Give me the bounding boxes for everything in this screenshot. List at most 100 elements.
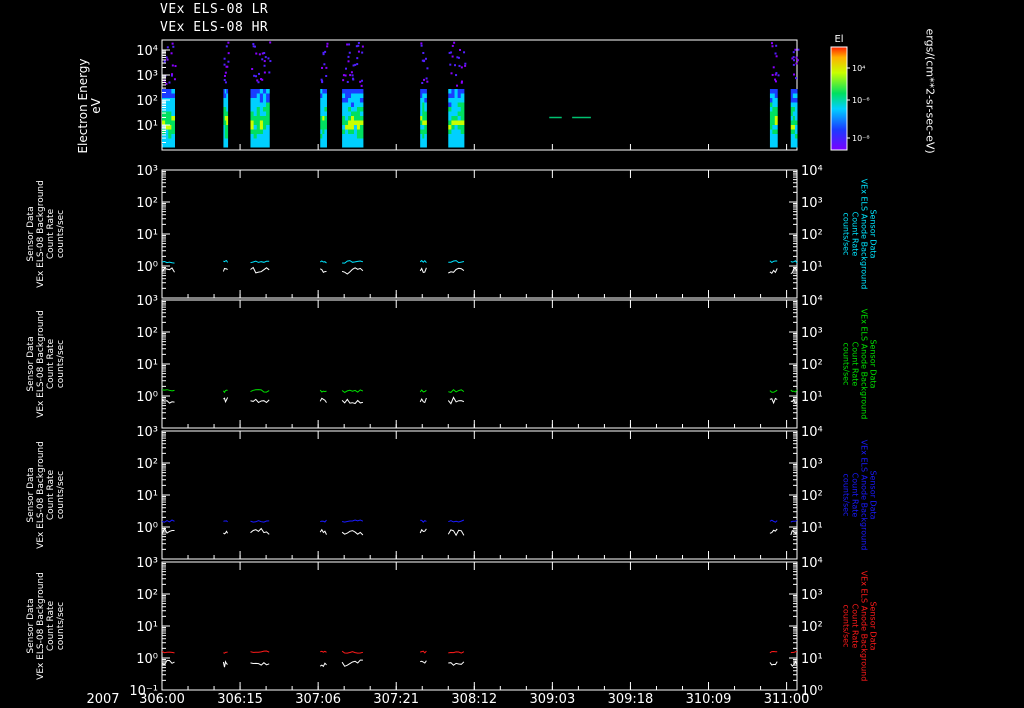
- series-line: [419, 267, 427, 273]
- series-line: [341, 659, 363, 667]
- series-line: [447, 396, 465, 405]
- left-ytick-label: 10⁰: [136, 260, 158, 275]
- spectrogram-cell: [356, 120, 361, 125]
- spectrogram-cell: [351, 129, 355, 134]
- spectrogram-cell: [359, 143, 364, 148]
- spectrogram-cell: [256, 143, 261, 148]
- spectrogram-cell: [353, 143, 358, 148]
- xtick-label: 307:21: [373, 692, 419, 707]
- left-ytick-label: 10³: [136, 164, 158, 179]
- spectrogram-speckle: [449, 63, 452, 66]
- right-ytick-label: 10⁴: [801, 425, 823, 440]
- spectrogram-cell: [345, 134, 349, 139]
- spectrogram-cell: [451, 129, 456, 134]
- spectrogram-cell: [359, 138, 364, 143]
- right-ylabel-line: Count Rate: [851, 342, 860, 387]
- series-line: [790, 260, 798, 264]
- spectrogram-cell: [356, 107, 361, 112]
- spectrogram-cell: [457, 102, 462, 107]
- spectrogram-speckle: [351, 77, 354, 80]
- spectrogram-speckle: [771, 73, 774, 76]
- spectrogram-cell: [448, 125, 452, 130]
- right-ylabel-line: Count Rate: [851, 473, 860, 518]
- spectrogram-cell: [259, 111, 264, 116]
- spectrogram-cell: [266, 138, 270, 143]
- spectrogram-cell: [359, 107, 364, 112]
- spectrogram-speckle: [223, 57, 226, 60]
- right-ytick-label: 10²: [801, 489, 823, 504]
- right-ytick-label: 10⁴: [801, 556, 823, 571]
- spectrogram-cell: [345, 98, 349, 103]
- spectrogram-speckle: [458, 64, 461, 67]
- spectrogram-speckle: [453, 41, 456, 44]
- spectrogram-speckle: [257, 81, 260, 84]
- spectrogram-cell: [171, 138, 175, 143]
- spectrogram-cell: [774, 125, 778, 130]
- series-line: [790, 651, 797, 654]
- right-ylabel: Sensor DataVEx ELS Anode BackgroundCount…: [842, 179, 878, 290]
- spectrogram-cell: [351, 102, 355, 107]
- series-line: [447, 529, 465, 537]
- series-line: [341, 267, 364, 275]
- xtick-label: 311:00: [764, 692, 810, 707]
- spectrogram-cell: [460, 98, 465, 103]
- spectrogram-cell: [342, 102, 346, 107]
- spectrogram-ytick-label: 10¹: [136, 119, 158, 134]
- spectrogram-cell: [794, 129, 798, 134]
- spectrogram-cell: [342, 120, 346, 125]
- spectrogram-speckle: [775, 72, 778, 75]
- left-ylabel-line: VEx ELS-08 Background: [36, 441, 46, 549]
- right-ytick-label: 10²: [801, 620, 823, 635]
- xtick-label: 307:06: [295, 692, 341, 707]
- spectrogram-cell: [351, 125, 355, 130]
- spectrogram-cell: [359, 134, 364, 139]
- spectrogram-cell: [794, 93, 798, 98]
- spectrogram-cell: [165, 102, 169, 107]
- chart-canvas: 10⁴ 10³ 10² 10¹ El 10⁴ 10⁻⁶ 10⁻⁸ 10³ 10² 10¹ 10⁰ 10⁴…: [26, 34, 878, 707]
- left-ylabel: Sensor Data VEx ELS-08 Background Count Ra…: [26, 572, 66, 680]
- spectrogram-cell: [256, 107, 261, 112]
- series-line: [341, 398, 363, 405]
- spectrogram-cell: [348, 107, 352, 112]
- spectrogram-cell: [448, 111, 452, 116]
- left-ytick-label: 10⁰: [136, 652, 158, 667]
- series-line: [419, 389, 427, 393]
- spectrogram-cell: [226, 98, 229, 103]
- spectrogram-cell: [253, 98, 258, 103]
- series-line: [341, 519, 364, 523]
- series-line: [319, 389, 327, 393]
- spectrogram-cell: [253, 89, 258, 94]
- spectrogram-cell: [226, 111, 229, 116]
- spectrogram-speckle: [771, 42, 774, 45]
- series-line: [769, 661, 778, 666]
- spectrogram-cell: [226, 129, 229, 134]
- spectrogram-cell: [250, 93, 255, 98]
- spectrogram-cell: [454, 93, 459, 98]
- spectrogram-speckle: [356, 57, 359, 60]
- spectrogram-cell: [168, 143, 172, 148]
- series-line: [250, 662, 270, 666]
- left-ylabel-line: Sensor Data: [26, 467, 36, 522]
- left-ytick-label: 10³: [136, 294, 158, 309]
- spectrogram-speckle: [357, 44, 360, 47]
- spectrogram-cell: [168, 125, 172, 130]
- spectrogram-cell: [454, 143, 459, 148]
- left-ylabel-line: Sensor Data: [26, 336, 36, 391]
- spectrogram-speckle: [777, 74, 780, 77]
- spectrogram-speckle: [263, 60, 266, 63]
- spectrogram-cell: [457, 138, 462, 143]
- series-line: [250, 260, 270, 264]
- spectrogram-cell: [345, 138, 349, 143]
- spectrogram-cell: [454, 116, 459, 121]
- spectrogram-cell: [324, 120, 327, 125]
- spectrogram-cell: [424, 120, 427, 125]
- spectrogram-cell: [171, 134, 175, 139]
- left-ytick-label: 10³: [136, 556, 158, 571]
- spectrogram-speckle: [253, 74, 256, 77]
- spectrogram-cell: [256, 89, 261, 94]
- spectrogram-cell: [457, 143, 462, 148]
- spectrogram-speckle: [357, 50, 360, 53]
- spectrogram-speckle: [325, 74, 328, 77]
- spectrogram-speckle: [172, 45, 175, 48]
- spectrogram-cell: [353, 107, 358, 112]
